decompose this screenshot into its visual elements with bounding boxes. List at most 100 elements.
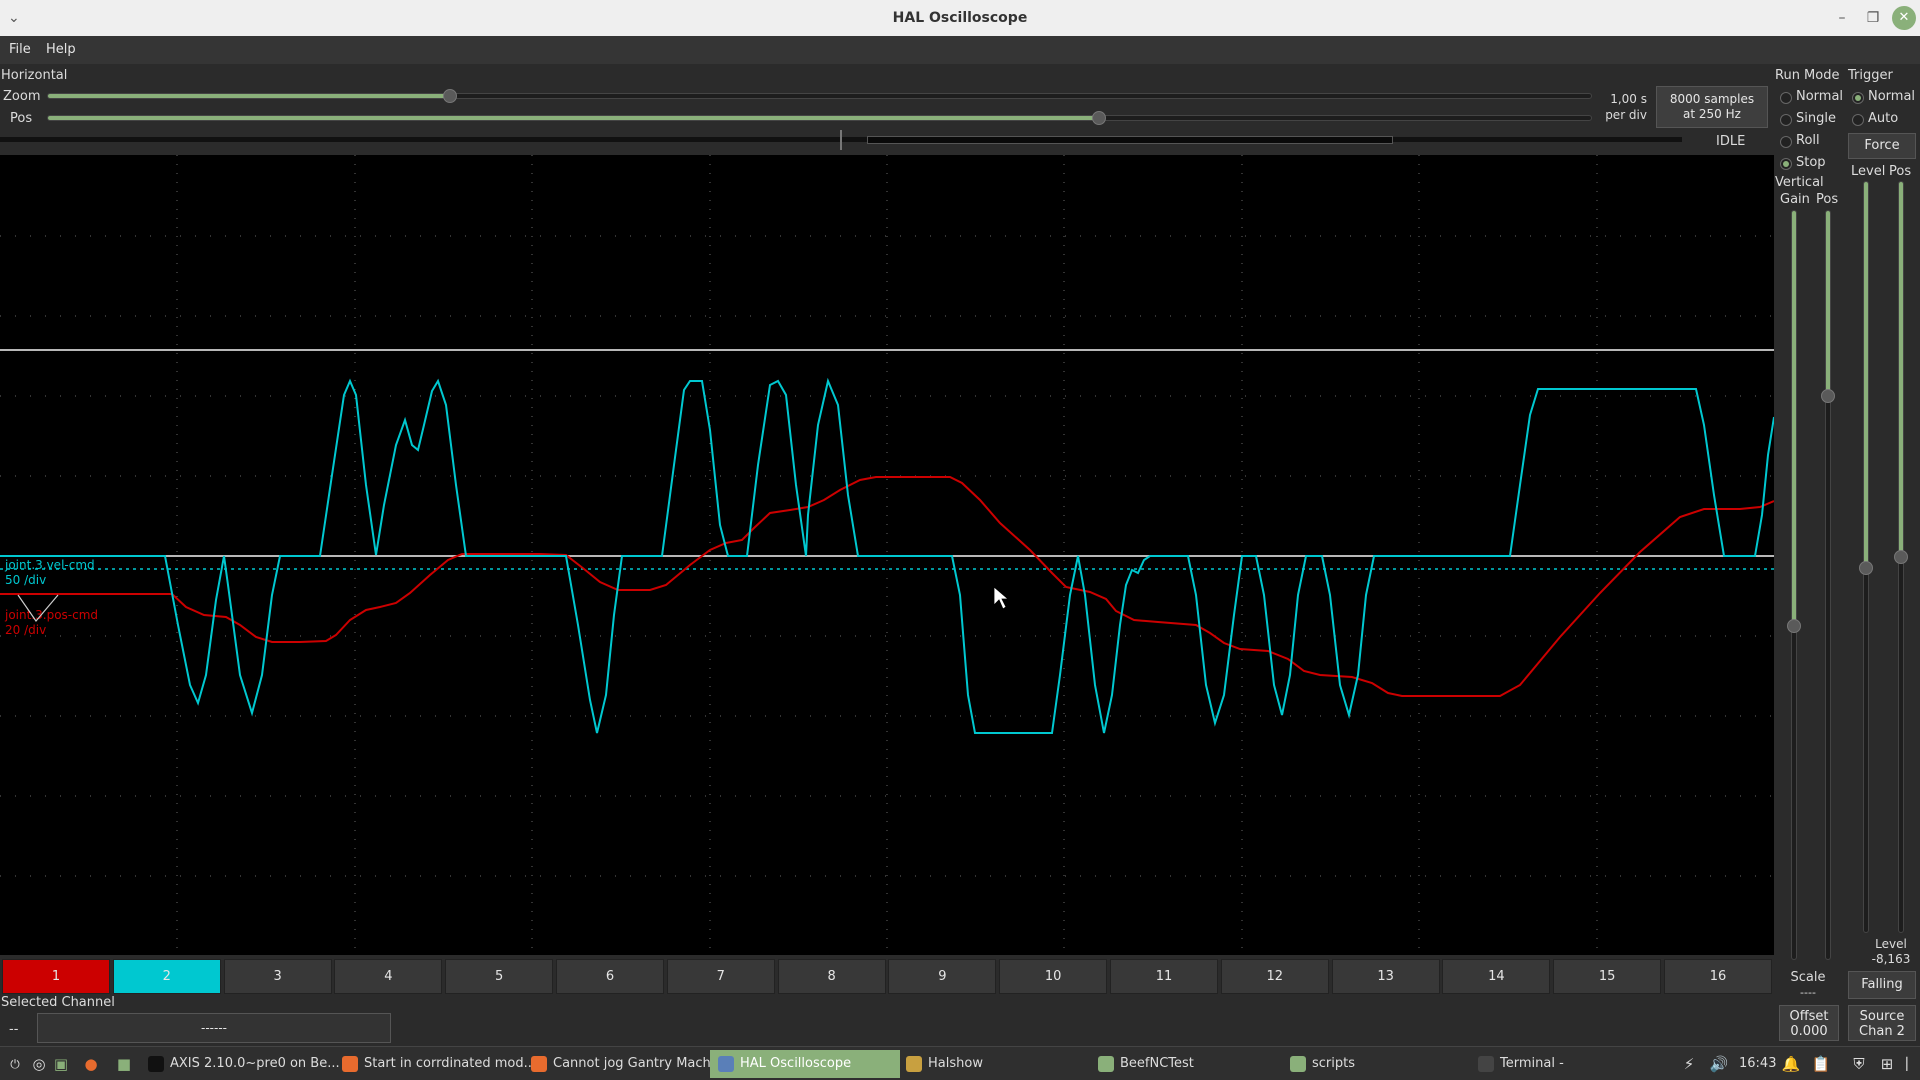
trigger-pos-fill [1899, 182, 1903, 557]
menu-file[interactable]: File [9, 36, 31, 64]
run-mode-radio-roll[interactable] [1780, 136, 1792, 148]
samples-button[interactable]: 8000 samples at 250 Hz [1656, 86, 1768, 128]
clipboard-icon[interactable]: 📋 [1810, 1053, 1832, 1075]
trigger-mode-radio-auto[interactable] [1852, 114, 1864, 126]
taskbar-window-label: Terminal - [1500, 1056, 1564, 1071]
taskbar-window-0[interactable]: AXIS 2.10.0~pre0 on Be... [140, 1050, 340, 1078]
network-icon[interactable]: ⊞ [1876, 1053, 1898, 1075]
run-mode-radio-stop[interactable] [1780, 158, 1792, 170]
volume-icon[interactable]: 🔊 [1708, 1053, 1730, 1075]
taskbar-app-icon [1098, 1056, 1114, 1072]
trigger-level-readout-label: Level [1875, 937, 1907, 951]
vertical-offset-button[interactable]: Offset 0.000 [1779, 1005, 1839, 1041]
selected-channel-label: Selected Channel [1, 995, 115, 1010]
run-mode-option-single[interactable]: Single [1796, 111, 1836, 126]
trigger-pos-handle[interactable] [1894, 550, 1908, 564]
position-slider[interactable] [47, 111, 1592, 125]
vertical-offset-value: 0.000 [1790, 1024, 1828, 1039]
vertical-gain-slider[interactable] [1787, 210, 1801, 960]
trigger-mode-option-normal[interactable]: Normal [1868, 89, 1915, 104]
position-slider-handle[interactable] [1091, 111, 1106, 125]
taskbar-app-icon [342, 1056, 358, 1072]
taskbar-window-1[interactable]: Start in corrdinated mod... [334, 1050, 536, 1078]
selected-channel-value: ------ [201, 1021, 227, 1035]
channel-button-3[interactable]: 3 [223, 959, 332, 994]
vertical-scale-value: ---- [1800, 986, 1816, 999]
taskbar-window-6[interactable]: scripts [1282, 1050, 1464, 1078]
channel-button-5[interactable]: 5 [445, 959, 554, 994]
channel-button-13[interactable]: 13 [1331, 959, 1440, 994]
channel-button-7[interactable]: 7 [666, 959, 775, 994]
channel-button-14[interactable]: 14 [1442, 959, 1551, 994]
scope-display[interactable]: joint.3.vel-cmd 50 /div joint.3.pos-cmd … [0, 155, 1774, 955]
files-launcher-icon[interactable]: ■ [113, 1053, 135, 1075]
trigger-mode-option-auto[interactable]: Auto [1868, 111, 1898, 126]
taskbar-window-4[interactable]: Halshow [898, 1050, 1086, 1078]
channel-button-10[interactable]: 10 [999, 959, 1108, 994]
maximize-icon[interactable]: ❐ [1861, 6, 1885, 30]
run-mode-radio-normal[interactable] [1780, 92, 1792, 104]
selected-channel-field[interactable]: ------ [37, 1013, 391, 1043]
taskbar-window-7[interactable]: Terminal - [1470, 1050, 1670, 1078]
trigger-level-handle[interactable] [1859, 561, 1873, 575]
run-mode-option-roll[interactable]: Roll [1796, 133, 1820, 148]
show-desktop-corner-icon[interactable]: ▏ [1900, 1053, 1920, 1075]
minimize-icon[interactable]: – [1830, 6, 1854, 30]
menu-help[interactable]: Help [46, 36, 76, 64]
zoom-slider[interactable] [47, 89, 1592, 103]
vertical-pos-handle[interactable] [1821, 389, 1835, 403]
window-title: HAL Oscilloscope [892, 10, 1028, 26]
channel-button-15[interactable]: 15 [1553, 959, 1662, 994]
ch2-scale-label: 50 /div [5, 573, 46, 587]
gain-label: Gain [1780, 192, 1810, 207]
taskbar-window-2[interactable]: Cannot jog Gantry Machi... [523, 1050, 727, 1078]
channel-button-4[interactable]: 4 [334, 959, 443, 994]
position-slider-fill [48, 116, 1099, 120]
vertical-pos-fill [1826, 211, 1830, 396]
trigger-edge-button[interactable]: Falling [1848, 971, 1916, 999]
taskbar-window-label: scripts [1312, 1056, 1355, 1071]
taskbar-app-icon [718, 1056, 734, 1072]
scope-trace-canvas: joint.3.vel-cmd 50 /div joint.3.pos-cmd … [0, 155, 1774, 955]
run-mode-option-stop[interactable]: Stop [1796, 155, 1826, 170]
channel-button-2[interactable]: 2 [112, 959, 221, 994]
taskbar-window-label: BeefNCTest [1120, 1056, 1194, 1071]
update-manager-icon[interactable]: ⛨ [1848, 1053, 1870, 1075]
vertical-title: Vertical [1775, 175, 1824, 190]
taskbar-app-icon [148, 1056, 164, 1072]
trigger-source-button[interactable]: Source Chan 2 [1848, 1005, 1916, 1041]
channel-button-16[interactable]: 16 [1664, 959, 1772, 994]
channel-button-6[interactable]: 6 [556, 959, 664, 994]
channel-button-9[interactable]: 9 [888, 959, 997, 994]
trigger-level-slider[interactable] [1859, 181, 1873, 933]
run-mode-radio-single[interactable] [1780, 114, 1792, 126]
start-menu-icon[interactable]: ⏻ [4, 1053, 26, 1075]
vertical-gain-fill [1792, 211, 1796, 626]
run-mode-option-normal[interactable]: Normal [1796, 89, 1843, 104]
browser-launcher-icon[interactable]: ● [80, 1053, 102, 1075]
close-icon[interactable]: ✕ [1892, 6, 1916, 30]
force-trigger-button[interactable]: Force [1848, 133, 1916, 159]
vertical-pos-slider[interactable] [1821, 210, 1835, 960]
channel-button-12[interactable]: 12 [1220, 959, 1329, 994]
trigger-mode-radio-normal[interactable] [1852, 92, 1864, 104]
taskbar-app-icon [1290, 1056, 1306, 1072]
terminal-launcher-icon[interactable]: ▣ [50, 1053, 72, 1075]
channel-button-1[interactable]: 1 [2, 959, 110, 994]
show-desktop-icon[interactable]: ◎ [28, 1053, 50, 1075]
samples-count: 8000 samples [1669, 92, 1755, 106]
taskbar-window-3[interactable]: HAL Oscilloscope [710, 1050, 900, 1078]
vertical-pos-label: Pos [1816, 192, 1839, 207]
power-manager-icon[interactable]: ⚡ [1678, 1053, 1700, 1075]
taskbar-window-5[interactable]: BeefNCTest [1090, 1050, 1276, 1078]
taskbar-app-icon [1478, 1056, 1494, 1072]
taskbar: ⏻ ◎ ▣ ● ■ AXIS 2.10.0~pre0 on Be... Start… [0, 1046, 1920, 1080]
notifications-icon[interactable]: 🔔 [1780, 1053, 1802, 1075]
vertical-gain-handle[interactable] [1787, 619, 1801, 633]
zoom-slider-handle[interactable] [442, 89, 457, 103]
trigger-level-readout-value: -8,163 [1871, 952, 1911, 966]
trigger-pos-slider[interactable] [1894, 181, 1908, 933]
channel-button-11[interactable]: 11 [1110, 959, 1218, 994]
clock[interactable]: 16:43 [1739, 1047, 1776, 1080]
channel-button-8[interactable]: 8 [777, 959, 886, 994]
